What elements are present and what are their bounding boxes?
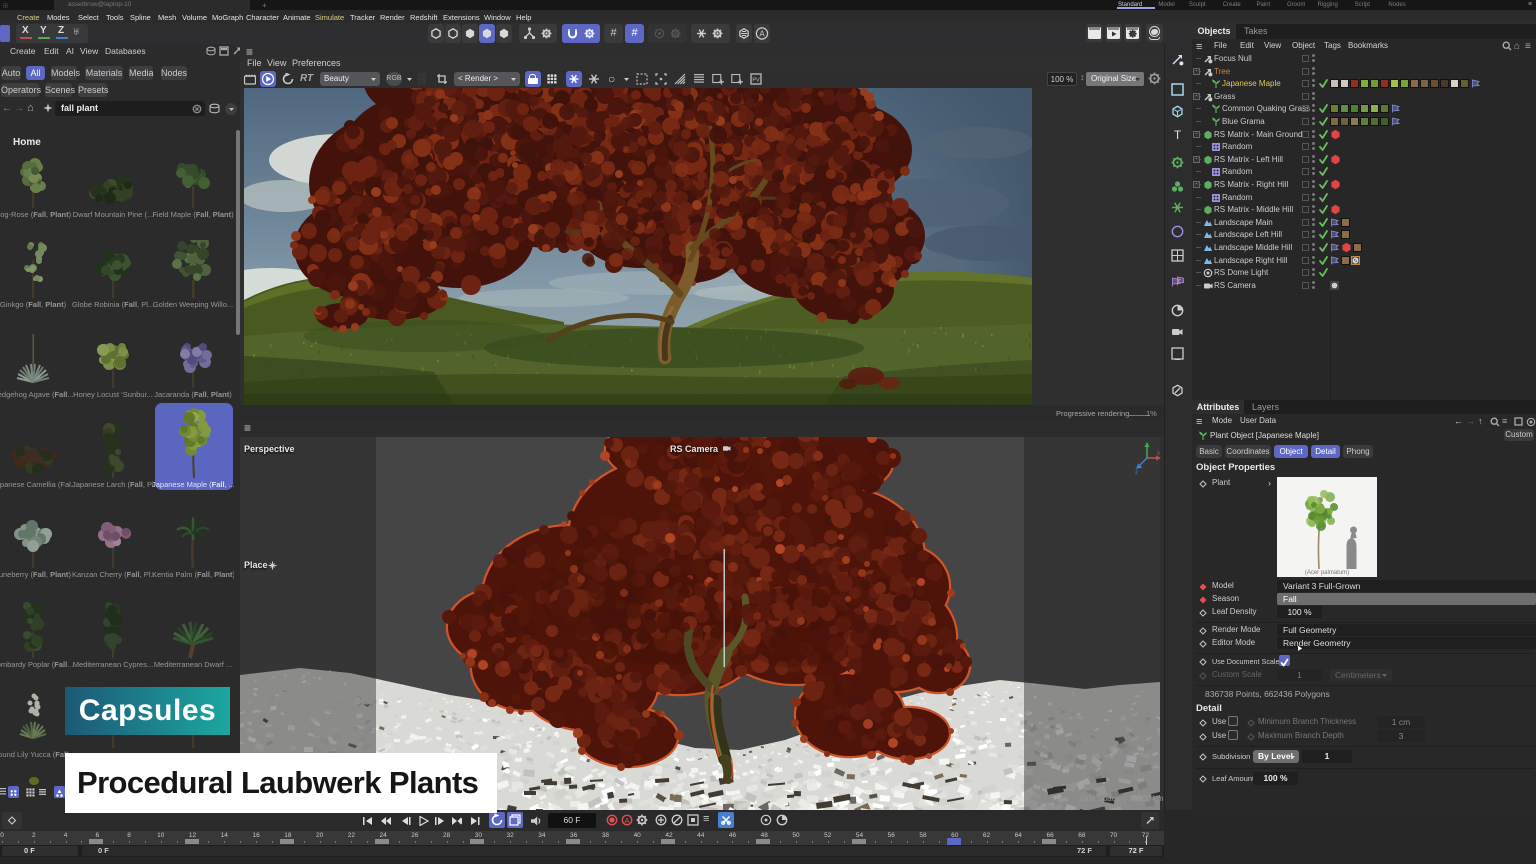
svg-text:T: T — [1174, 128, 1182, 141]
svg-text:PV: PV — [752, 78, 760, 84]
svg-text:A: A — [759, 29, 765, 38]
svg-text:A: A — [624, 816, 629, 825]
svg-text:x: x — [1157, 451, 1160, 457]
svg-text:(Acer palmatum): (Acer palmatum) — [1305, 570, 1349, 576]
svg-text:z: z — [1135, 470, 1138, 474]
